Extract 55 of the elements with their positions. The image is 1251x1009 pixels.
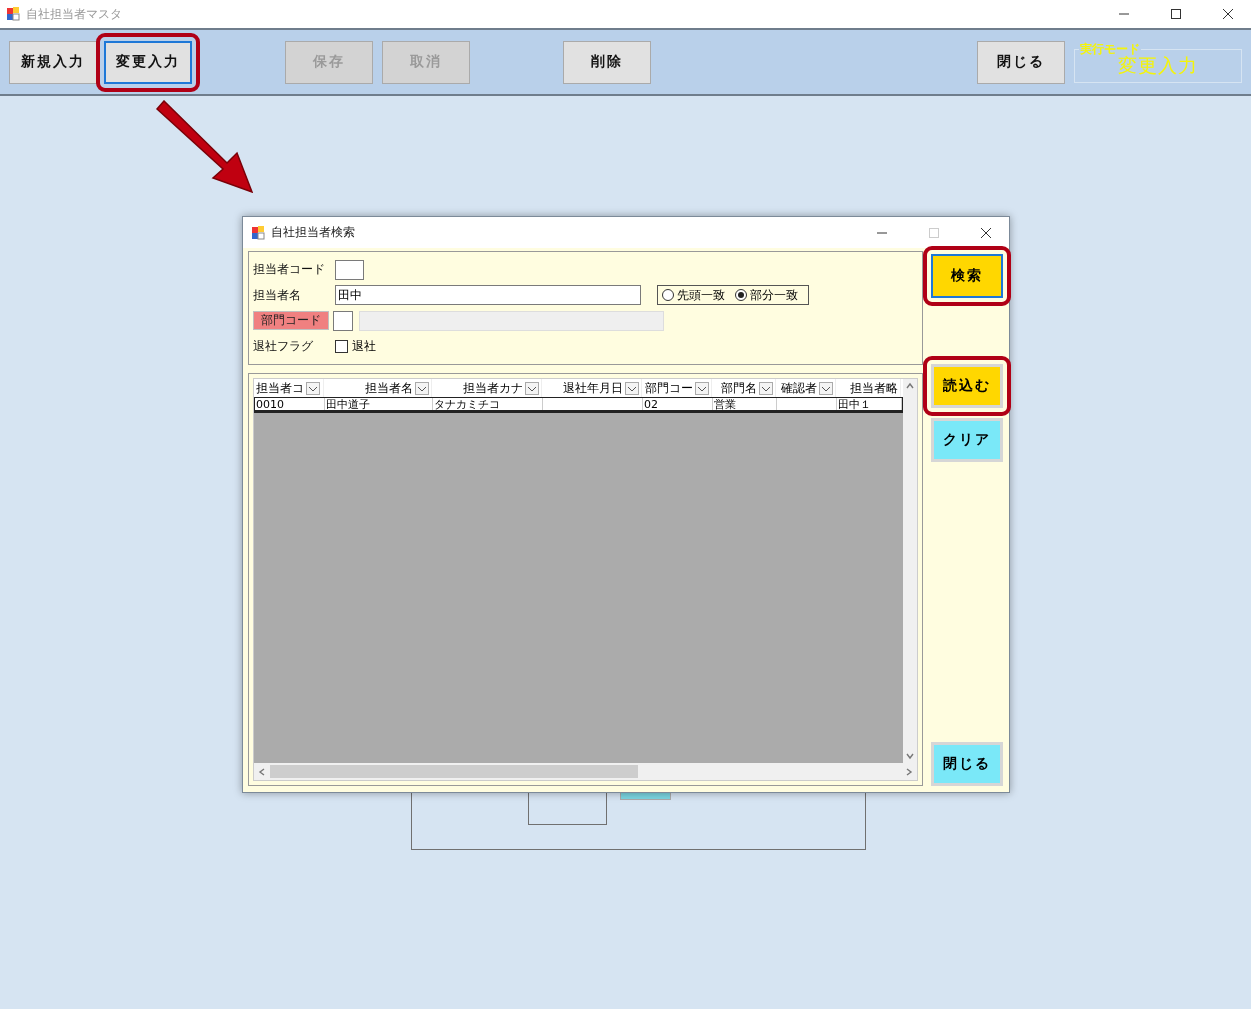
dialog-title: 自社担当者検索 [271, 224, 355, 241]
column-header[interactable]: 担当者略 [850, 379, 898, 397]
field-label: 担当者名 [253, 286, 302, 304]
column-header[interactable]: 部門コー [645, 379, 693, 397]
table-cell: 0010 [255, 398, 325, 410]
filter-dropdown-icon[interactable] [625, 381, 639, 395]
filter-dropdown-icon[interactable] [525, 381, 539, 395]
dialog-button[interactable]: 読込む [931, 364, 1003, 408]
toolbar-button[interactable]: 閉じる [977, 40, 1065, 84]
retired-checkbox[interactable]: 退社 [335, 337, 376, 355]
toolbar-button[interactable]: 新規入力 [9, 40, 97, 84]
horizontal-scrollbar[interactable] [254, 763, 917, 780]
table-cell: 02 [643, 398, 713, 410]
scroll-left-icon[interactable] [258, 767, 266, 776]
scroll-right-icon[interactable] [905, 767, 913, 776]
close-icon[interactable] [980, 226, 992, 239]
name-field[interactable] [359, 310, 664, 331]
scroll-down-icon[interactable] [906, 752, 914, 760]
field-label: 退社フラグ [253, 337, 314, 355]
app-icon [251, 225, 265, 240]
mode-value: 変更入力 [1118, 54, 1198, 78]
vertical-scrollbar[interactable] [903, 379, 917, 763]
filter-dropdown-icon[interactable] [415, 381, 429, 395]
column-header[interactable]: 担当者コ [256, 379, 304, 397]
lookup-button[interactable]: 部門コード [253, 311, 329, 331]
dialog-button[interactable]: 検索 [931, 254, 1003, 298]
filter-dropdown-icon[interactable] [695, 381, 709, 395]
dialog-button[interactable]: 閉じる [931, 742, 1003, 786]
column-header[interactable]: 担当者カナ [463, 379, 523, 397]
input-field[interactable] [333, 310, 353, 331]
input-field[interactable]: 田中 [335, 285, 641, 306]
column-header[interactable]: 部門名 [721, 379, 757, 397]
radio-option[interactable]: 先頭一致 [662, 286, 725, 304]
radio-option[interactable]: 部分一致 [735, 286, 798, 304]
table-cell: タナカミチコ [433, 398, 543, 410]
toolbar-button[interactable]: 変更入力 [104, 40, 192, 84]
app-icon [6, 7, 20, 21]
input-field[interactable] [335, 259, 364, 280]
mode-label: 実行モード [1079, 41, 1141, 56]
filter-dropdown-icon[interactable] [759, 381, 773, 395]
filter-dropdown-icon[interactable] [819, 381, 833, 395]
scroll-up-icon[interactable] [906, 382, 914, 390]
column-header[interactable]: 退社年月日 [563, 379, 623, 397]
close-icon[interactable] [1222, 8, 1234, 20]
filter-dropdown-icon[interactable] [306, 381, 320, 395]
maximize-icon[interactable] [1170, 8, 1182, 20]
table-cell: 田中道子 [325, 398, 433, 410]
table-cell: 田中１ [837, 398, 902, 410]
column-header[interactable]: 担当者名 [365, 379, 413, 397]
field-label: 担当者コード [253, 261, 326, 279]
table-cell: 営業 [713, 398, 777, 410]
column-header[interactable]: 確認者 [781, 379, 817, 397]
dialog-button[interactable]: クリア [931, 418, 1003, 462]
window-title: 自社担当者マスタ [26, 5, 122, 23]
toolbar-button[interactable]: 削除 [563, 40, 651, 84]
